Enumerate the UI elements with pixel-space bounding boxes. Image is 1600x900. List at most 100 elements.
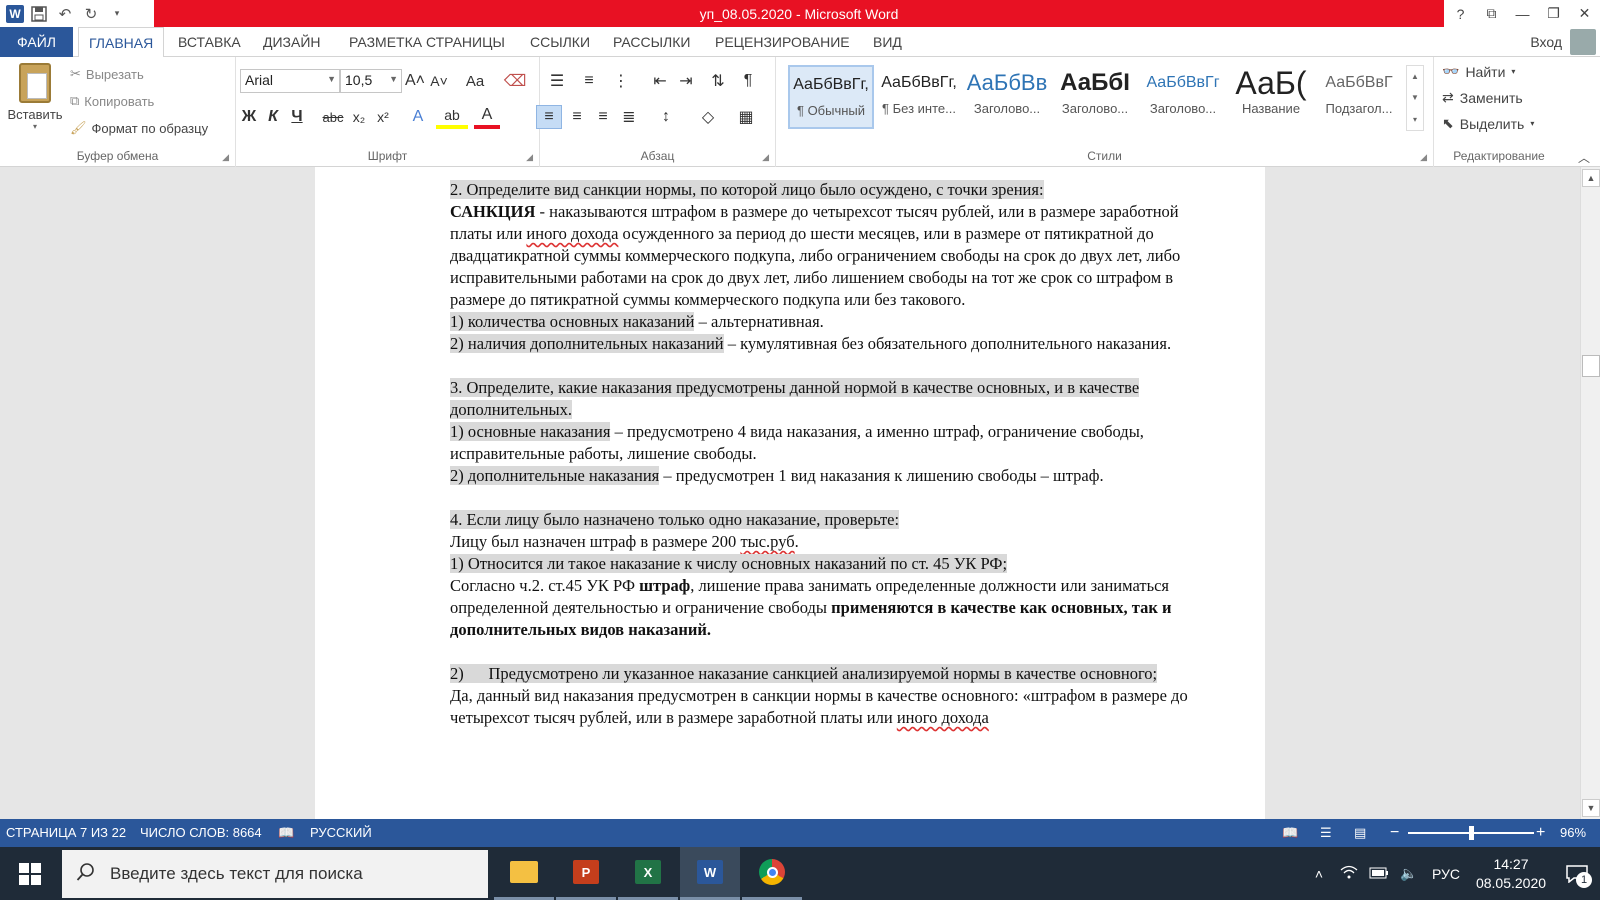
more-icon[interactable]: ▾ [1413,115,1417,124]
input-language[interactable]: РУС [1424,866,1468,882]
zoom-out-button[interactable]: − [1390,819,1399,847]
text-effects-button[interactable]: A [404,105,432,129]
tab-review[interactable]: РЕЦЕНЗИРОВАНИЕ [705,27,860,57]
collapse-ribbon-icon[interactable]: ︿ [1578,149,1590,166]
taskbar-word[interactable]: W [680,847,740,900]
avatar[interactable] [1570,29,1596,55]
taskbar-powerpoint[interactable]: P [556,847,616,900]
taskbar-excel[interactable]: X [618,847,678,900]
sign-in-link[interactable]: Вход [1530,27,1562,57]
underline-button[interactable]: Ч [286,105,308,129]
tab-file[interactable]: ФАЙЛ [0,27,73,57]
strikethrough-button[interactable]: abc [320,105,346,129]
replace-button[interactable]: ⇄ Заменить [1442,89,1523,106]
numbering-icon[interactable]: ≡ [574,69,604,93]
scroll-thumb[interactable] [1582,355,1600,377]
superscript-button[interactable]: x² [372,105,394,129]
style-heading-3[interactable]: АаБбВвГг Заголово... [1140,65,1226,129]
battery-icon[interactable] [1364,866,1394,882]
print-layout-icon[interactable]: ☰ [1320,819,1332,847]
volume-icon[interactable]: 🔈 [1394,865,1424,882]
style-heading-1[interactable]: АаБбВв Заголово... [964,65,1050,129]
highlight-button[interactable]: ab [436,105,468,129]
subscript-button[interactable]: x₂ [348,105,370,129]
help-icon[interactable]: ? [1445,0,1476,27]
bold-button[interactable]: Ж [238,105,260,129]
scroll-down-icon[interactable]: ▼ [1582,799,1600,817]
shading-icon[interactable]: ◇ [692,105,724,129]
style-title[interactable]: АаБ( Название [1228,65,1314,129]
ribbon-display-icon[interactable]: ⧉ [1476,0,1507,27]
customize-qat-icon[interactable]: ▾ [106,3,128,25]
change-case-button[interactable]: Aa [458,69,492,93]
maximize-button[interactable]: ❐ [1538,0,1569,27]
web-layout-icon[interactable]: ▤ [1354,819,1366,847]
select-button[interactable]: ⬉ Выделить ▾ [1442,115,1534,132]
chevron-up-icon[interactable]: ▲ [1411,72,1419,81]
tab-home[interactable]: ГЛАВНАЯ [78,27,165,58]
font-color-button[interactable]: A [474,105,500,129]
vertical-scrollbar[interactable]: ▲ ▼ [1580,167,1600,819]
clock[interactable]: 14:27 08.05.2020 [1468,855,1554,893]
tab-references[interactable]: ССЫЛКИ [520,27,600,57]
tab-page-layout[interactable]: РАЗМЕТКА СТРАНИЦЫ [339,27,515,57]
find-button[interactable]: 👓 Найти ▾ [1442,63,1515,80]
proofing-icon[interactable]: 📖 [278,819,294,847]
justify-icon[interactable]: ≣ [616,105,642,129]
dialog-launcher-icon[interactable]: ◢ [526,152,533,163]
undo-icon[interactable]: ↶ [54,3,76,25]
sort-icon[interactable]: ⇅ [706,69,730,93]
zoom-in-button[interactable]: + [1536,819,1545,847]
word-count[interactable]: ЧИСЛО СЛОВ: 8664 [140,819,262,847]
grow-font-button[interactable]: A˄ [404,69,426,93]
format-painter-button[interactable]: 🖌 Формат по образцу [70,120,208,136]
read-mode-icon[interactable]: 📖 [1282,819,1298,847]
multilevel-list-icon[interactable]: ⋮ [606,69,636,93]
taskbar-file-explorer[interactable] [494,847,554,900]
style-no-spacing[interactable]: АаБбВвГг, ¶ Без инте... [876,65,962,129]
font-family-select[interactable]: Arial ▼ [240,69,340,93]
decrease-indent-icon[interactable]: ⇤ [648,69,672,93]
chevron-down-icon[interactable]: ▼ [1411,93,1419,102]
bullets-icon[interactable]: ☰ [542,69,572,93]
zoom-slider-handle[interactable] [1469,826,1474,840]
shrink-font-button[interactable]: A˅ [428,69,450,93]
redo-icon[interactable]: ↻ [80,3,102,25]
start-button[interactable] [0,847,60,900]
cut-button[interactable]: ✂ Вырезать [70,66,144,82]
style-normal[interactable]: АаБбВвГг, ¶ Обычный [788,65,874,129]
tab-view[interactable]: ВИД [863,27,912,57]
align-right-icon[interactable]: ≡ [590,105,616,129]
minimize-button[interactable]: — [1507,0,1538,27]
notification-center[interactable]: 1 [1554,847,1600,900]
dialog-launcher-icon[interactable]: ◢ [1420,152,1427,163]
clear-format-icon[interactable]: ⌫ [502,69,528,93]
copy-button[interactable]: ⧉ Копировать [70,93,154,109]
paste-button[interactable]: Вставить ▾ [6,63,64,131]
dialog-launcher-icon[interactable]: ◢ [222,152,229,163]
style-heading-2[interactable]: АаБбІ Заголово... [1052,65,1138,129]
borders-icon[interactable]: ▦ [730,105,762,129]
document-page[interactable]: 2. Определите вид санкции нормы, по кото… [315,167,1265,819]
increase-indent-icon[interactable]: ⇥ [674,69,698,93]
chevron-up-icon[interactable]: ˄ [1304,866,1334,882]
styles-gallery-scroll[interactable]: ▲ ▼ ▾ [1406,65,1424,131]
taskbar-search[interactable]: Введите здесь текст для поиска [62,850,488,898]
page-counter[interactable]: СТРАНИЦА 7 ИЗ 22 [6,819,126,847]
document-text[interactable]: 2. Определите вид санкции нормы, по кото… [450,179,1195,729]
dialog-launcher-icon[interactable]: ◢ [762,152,769,163]
align-center-icon[interactable]: ≡ [564,105,590,129]
style-subtitle[interactable]: АаБбВвГ Подзагол... [1316,65,1402,129]
tab-mailings[interactable]: РАССЫЛКИ [603,27,700,57]
save-icon[interactable] [28,3,50,25]
network-icon[interactable] [1334,865,1364,882]
close-button[interactable]: ✕ [1569,0,1600,27]
tab-design[interactable]: ДИЗАЙН [253,27,331,57]
taskbar-chrome[interactable] [742,847,802,900]
word-app-icon[interactable]: W [6,4,24,23]
language-indicator[interactable]: РУССКИЙ [310,819,372,847]
italic-button[interactable]: К [262,105,284,129]
line-spacing-icon[interactable]: ↕ [650,105,682,129]
scroll-up-icon[interactable]: ▲ [1582,169,1600,187]
font-size-select[interactable]: 10,5 ▼ [340,69,402,93]
